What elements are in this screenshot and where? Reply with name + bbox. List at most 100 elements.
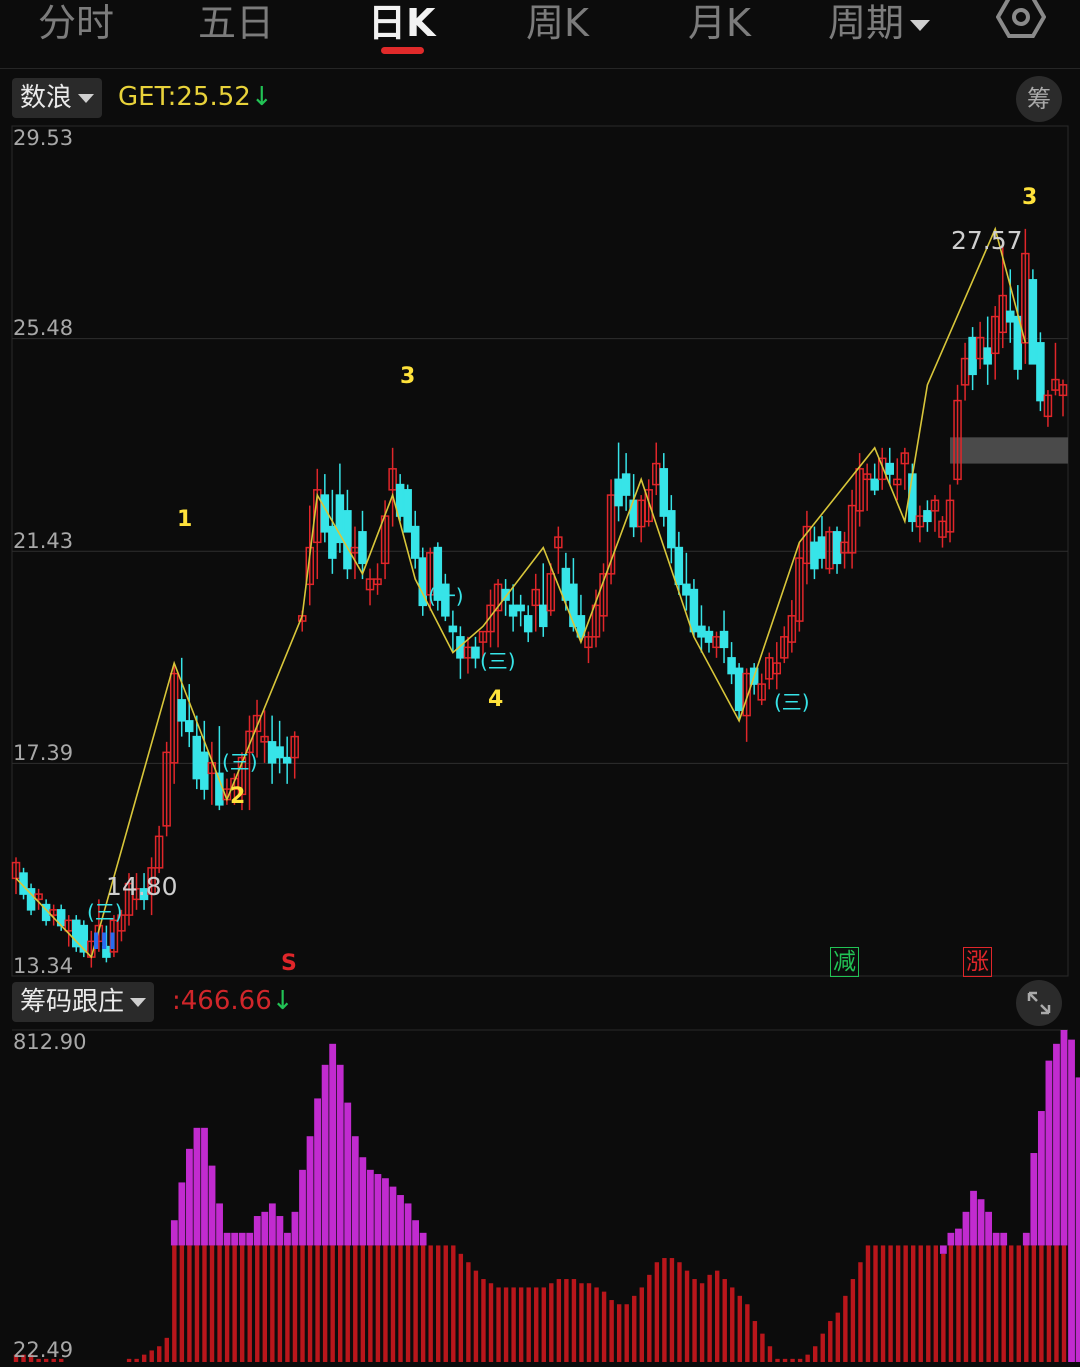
chip-red-bar (609, 1300, 614, 1362)
chip-red-bar (737, 1295, 742, 1362)
chip-magenta-bar (1060, 1030, 1068, 1246)
chip-red-bar (624, 1304, 629, 1362)
chip-magenta-bar (955, 1228, 962, 1246)
chip-red-bar (300, 1245, 305, 1362)
chip-red-bar (616, 1304, 622, 1362)
chip-red-bar (594, 1287, 599, 1362)
chip-red-bar (149, 1350, 154, 1362)
chip-red-bar (194, 1245, 200, 1362)
chip-red-bar (255, 1245, 260, 1362)
chip-red-bar (647, 1274, 652, 1362)
chip-red-bar (820, 1333, 825, 1362)
chip-magenta-bar (1030, 1153, 1038, 1246)
chip-red-bar (1024, 1245, 1029, 1362)
chip-red-bar (209, 1245, 215, 1362)
chip-red-bar (338, 1245, 343, 1362)
chip-magenta-bar (208, 1165, 216, 1246)
chip-magenta-bar (947, 1232, 955, 1246)
chip-magenta-bar (374, 1174, 382, 1246)
chip-magenta-bar (321, 1064, 329, 1246)
chip-magenta-bar (306, 1136, 314, 1246)
chip-red-bar (911, 1245, 916, 1362)
chip-red-bar (1009, 1245, 1014, 1362)
chip-red-bar (571, 1279, 577, 1362)
chip-magenta-bar (170, 1220, 178, 1246)
chip-magenta-bar (351, 1136, 359, 1246)
chip-red-bar (978, 1245, 984, 1362)
chip-magenta-bar (1045, 1060, 1053, 1246)
chip-magenta-bar (299, 1169, 306, 1246)
chip-red-bar (285, 1245, 290, 1362)
chip-red-bar (1061, 1245, 1067, 1362)
chip-magenta-bar (186, 1148, 193, 1246)
chip-red-bar (436, 1245, 441, 1362)
chip-red-bar (707, 1274, 712, 1362)
chip-magenta-bar (359, 1157, 367, 1246)
chip-red-bar (1046, 1245, 1052, 1362)
chip-red-bar (662, 1258, 667, 1362)
chip-red-bar (586, 1283, 592, 1362)
chip-red-bar (722, 1279, 727, 1362)
chip-red-bar (692, 1279, 697, 1362)
chip-red-bar (669, 1258, 675, 1362)
chip-magenta-bar (344, 1102, 352, 1246)
chip-red-bar (918, 1245, 923, 1362)
chip-red-bar (1031, 1245, 1037, 1362)
sub-axis-top: 812.90 (13, 1030, 87, 1054)
chip-red-bar (1039, 1245, 1044, 1362)
chip-red-bar (383, 1245, 388, 1362)
chip-magenta-bar (382, 1178, 389, 1246)
chip-red-bar (466, 1262, 471, 1362)
chip-red-bar (368, 1245, 373, 1362)
chip-red-bar (1016, 1245, 1021, 1362)
chip-red-bar (157, 1346, 162, 1362)
chip-red-bar (164, 1337, 169, 1362)
chip-red-bar (639, 1287, 644, 1362)
chip-red-bar (292, 1245, 298, 1362)
chip-red-bar (873, 1245, 878, 1362)
chip-red-bar (903, 1245, 908, 1362)
chip-red-bar (858, 1262, 863, 1362)
chip-red-bar (805, 1354, 810, 1362)
chip-red-bar (745, 1304, 750, 1362)
chip-red-bar (865, 1245, 871, 1362)
chip-magenta-bar (268, 1203, 276, 1246)
chip-red-bar (767, 1346, 773, 1362)
chip-red-bar (895, 1245, 901, 1362)
chip-red-bar (941, 1253, 946, 1362)
chip-red-bar (126, 1358, 132, 1362)
chip-magenta-bar (939, 1245, 947, 1254)
chip-red-bar (375, 1245, 381, 1362)
chip-red-bar (632, 1295, 637, 1362)
chip-magenta-bar (404, 1203, 412, 1246)
chip-magenta-bar (1000, 1232, 1008, 1246)
chip-red-bar (850, 1279, 856, 1362)
chip-magenta-bar (419, 1232, 427, 1246)
chip-red-bar (458, 1253, 464, 1362)
chip-magenta-bar (1075, 1077, 1080, 1362)
chip-red-bar (843, 1295, 848, 1362)
chip-magenta-bar (276, 1216, 284, 1246)
chip-red-bar (262, 1245, 268, 1362)
chip-red-bar (926, 1245, 931, 1362)
chip-red-bar (481, 1279, 486, 1362)
chip-magenta-bar (261, 1211, 269, 1246)
chip-magenta-bar (985, 1211, 993, 1246)
chip-red-bar (398, 1245, 403, 1362)
chip-red-bar (488, 1283, 494, 1362)
chip-red-bar (564, 1279, 569, 1362)
chip-red-bar (270, 1245, 275, 1362)
chip-magenta-bar (314, 1098, 321, 1246)
chip-red-bar (315, 1245, 320, 1362)
chip-red-bar (654, 1262, 660, 1362)
chip-red-bar (933, 1245, 939, 1362)
chip-magenta-bar (329, 1043, 337, 1246)
chip-magenta-bar (970, 1190, 977, 1246)
chip-red-bar (782, 1358, 788, 1362)
chip-red-bar (579, 1283, 584, 1362)
chip-red-bar (239, 1245, 245, 1362)
sub-axis-bottom: 22.49 (13, 1338, 74, 1362)
chip-red-bar (986, 1245, 991, 1362)
chip-red-bar (549, 1283, 554, 1362)
chip-red-bar (307, 1245, 313, 1362)
